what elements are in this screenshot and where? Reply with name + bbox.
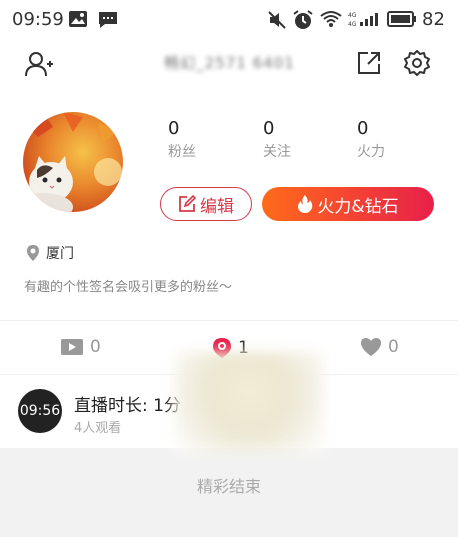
firepower-diamond-button[interactable]: 火力&钻石 bbox=[262, 187, 434, 221]
avatar[interactable] bbox=[23, 112, 123, 212]
stat-fans-value: 0 bbox=[168, 118, 180, 139]
wifi-icon bbox=[320, 10, 342, 28]
live-viewers: 4人观看 bbox=[74, 421, 122, 436]
status-time: 09:59 bbox=[12, 9, 64, 30]
image-icon bbox=[68, 10, 88, 28]
edit-icon bbox=[178, 195, 196, 213]
stat-fans-label: 粉丝 bbox=[168, 144, 196, 160]
battery-percent: 82 bbox=[422, 9, 445, 30]
location: 厦门 bbox=[26, 243, 74, 263]
stat-following[interactable]: 0 关注 bbox=[263, 118, 291, 161]
tab-likes[interactable]: 0 bbox=[360, 337, 399, 357]
flame-icon bbox=[297, 194, 313, 214]
svg-text:4G: 4G bbox=[348, 12, 357, 19]
tab-likes-count: 0 bbox=[388, 337, 399, 357]
stat-firepower-label: 火力 bbox=[357, 144, 385, 160]
tab-videos[interactable]: 0 bbox=[60, 337, 101, 357]
stat-firepower[interactable]: 0 火力 bbox=[357, 118, 385, 161]
firepower-diamond-label: 火力&钻石 bbox=[317, 196, 399, 217]
live-title: 直播时长: 1分 bbox=[74, 396, 181, 416]
alarm-icon bbox=[292, 9, 314, 31]
signal-icon: 4G 4G bbox=[348, 10, 380, 28]
video-icon bbox=[60, 337, 84, 357]
tab-videos-count: 0 bbox=[90, 337, 101, 357]
location-pin-icon bbox=[26, 244, 40, 262]
ended-text: 精彩结束 bbox=[196, 477, 261, 496]
message-icon bbox=[97, 10, 119, 30]
live-duration-badge: 09:56 bbox=[18, 389, 62, 433]
edit-button[interactable]: 编辑 bbox=[160, 187, 252, 221]
battery-icon bbox=[387, 11, 417, 27]
blurred-thumbnail bbox=[174, 352, 324, 452]
gear-icon[interactable] bbox=[403, 49, 431, 77]
stat-following-label: 关注 bbox=[263, 144, 291, 160]
mute-icon bbox=[267, 10, 287, 30]
share-icon[interactable] bbox=[356, 50, 382, 76]
edit-button-label: 编辑 bbox=[200, 196, 234, 217]
add-user-icon[interactable] bbox=[24, 50, 54, 78]
signature[interactable]: 有趣的个性签名会吸引更多的粉丝～ bbox=[24, 276, 232, 295]
username: 畅幻_2571 6401 bbox=[164, 54, 295, 72]
location-text: 厦门 bbox=[46, 246, 74, 262]
stat-fans[interactable]: 0 粉丝 bbox=[168, 118, 196, 161]
heart-icon bbox=[360, 337, 382, 357]
divider bbox=[0, 320, 458, 321]
stat-following-value: 0 bbox=[263, 118, 275, 139]
stat-firepower-value: 0 bbox=[357, 118, 369, 139]
svg-text:4G: 4G bbox=[348, 21, 357, 28]
